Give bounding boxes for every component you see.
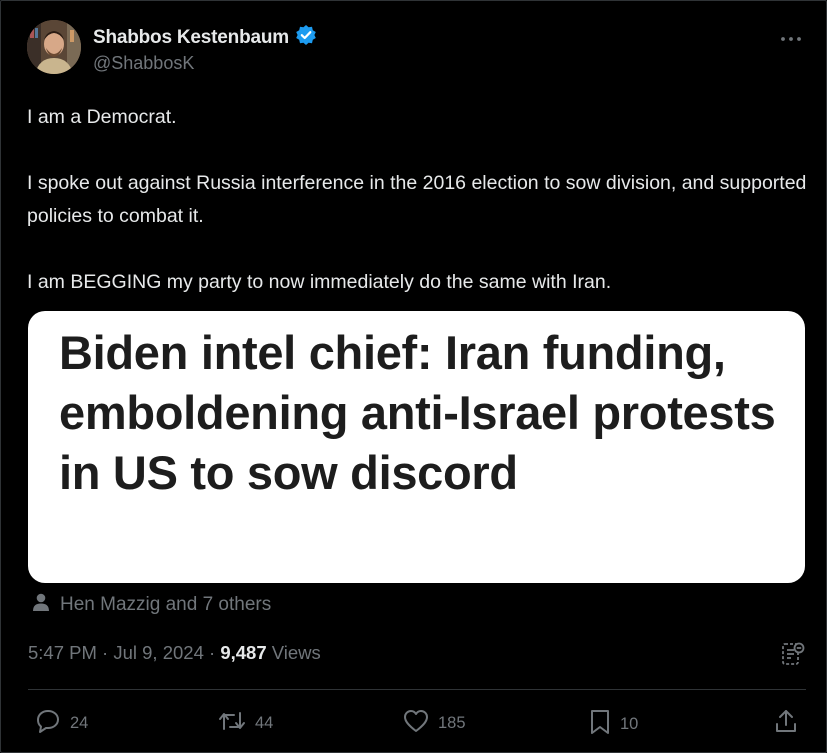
share-button[interactable] — [773, 708, 799, 739]
meta-separator: · — [209, 642, 216, 663]
tweet-text: I am a Democrat. I spoke out against Rus… — [27, 101, 812, 299]
tweet-paragraph: I am BEGGING my party to now immediately… — [27, 271, 612, 293]
reply-icon — [34, 708, 62, 739]
avatar[interactable] — [27, 20, 81, 74]
person-icon — [31, 592, 51, 618]
tweet-meta: 5:47 PM · Jul 9, 2024 · 9,487 Views — [28, 642, 321, 664]
repost-count: 44 — [255, 714, 274, 732]
media-headline: Biden intel chief: Iran funding, embolde… — [59, 326, 776, 499]
reply-button[interactable]: 24 — [34, 708, 88, 739]
bookmark-icon — [588, 708, 612, 741]
author-name[interactable]: Shabbos Kestenbaum — [93, 27, 289, 49]
meta-separator: · — [102, 642, 109, 663]
tweet-paragraph: I spoke out against Russia interference … — [27, 172, 807, 227]
more-icon[interactable] — [780, 26, 802, 49]
bookmark-button[interactable]: 10 — [588, 708, 638, 741]
views-count: 9,487 — [220, 642, 267, 663]
like-button[interactable]: 185 — [402, 708, 466, 739]
media-image[interactable]: Biden intel chief: Iran funding, embolde… — [28, 311, 805, 583]
tweet-paragraph: I am a Democrat. — [27, 106, 177, 128]
tagged-text[interactable]: Hen Mazzig and 7 others — [60, 594, 271, 616]
verified-badge-icon — [295, 24, 317, 52]
divider — [28, 689, 806, 690]
reply-count: 24 — [70, 714, 89, 732]
tagged-people[interactable]: Hen Mazzig and 7 others — [31, 592, 271, 618]
like-count: 185 — [438, 714, 466, 732]
author-handle[interactable]: @ShabbosK — [93, 53, 194, 74]
tweet-time[interactable]: 5:47 PM — [28, 642, 97, 663]
analytics-icon[interactable] — [780, 641, 806, 672]
share-icon — [773, 708, 799, 739]
repost-icon — [217, 708, 247, 739]
views-label: Views — [271, 642, 321, 663]
tweet-date[interactable]: Jul 9, 2024 — [113, 642, 204, 663]
author-name-row[interactable]: Shabbos Kestenbaum — [93, 24, 317, 52]
like-icon — [402, 708, 430, 739]
repost-button[interactable]: 44 — [217, 708, 273, 739]
bookmark-count: 10 — [620, 715, 639, 733]
